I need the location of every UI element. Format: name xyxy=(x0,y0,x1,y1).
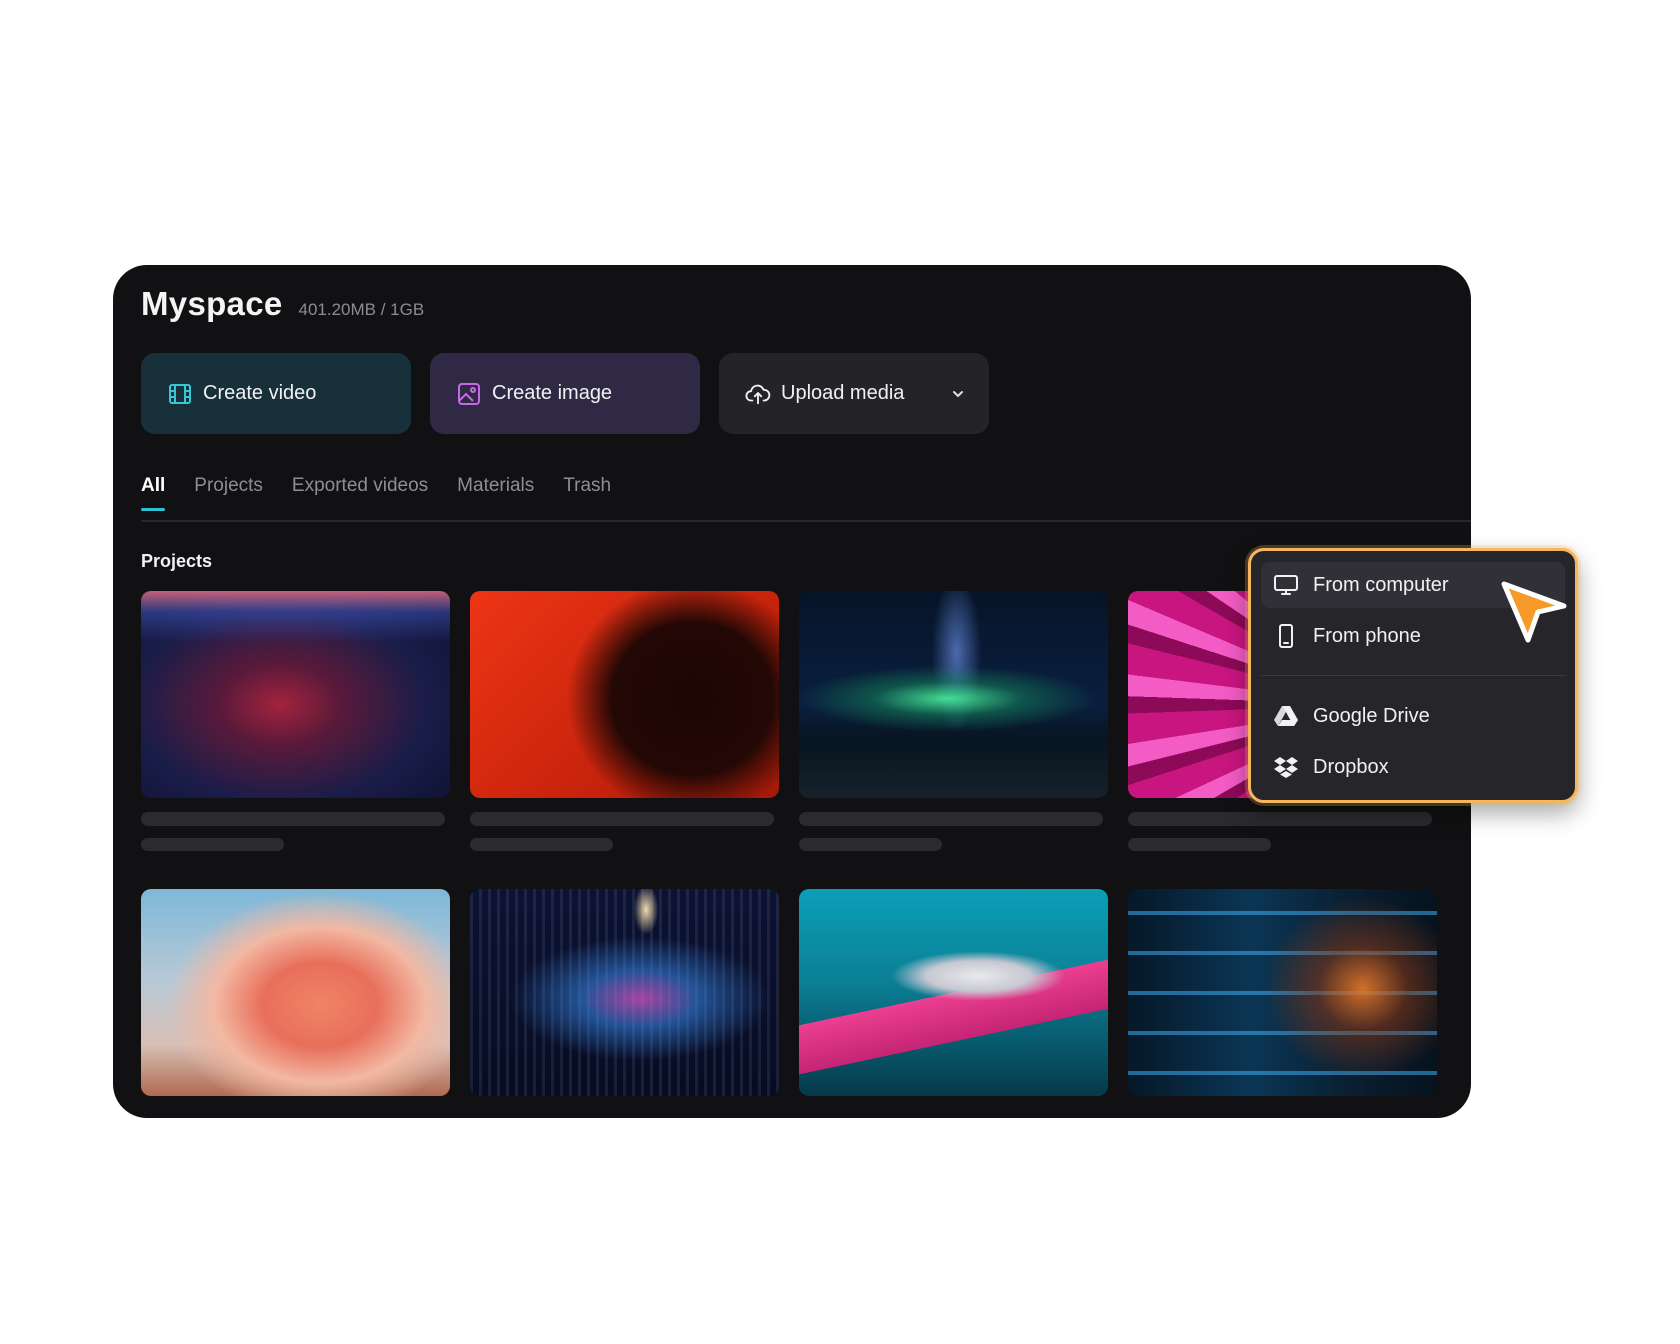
title-row: Myspace 401.20MB / 1GB xyxy=(141,285,424,323)
cloud-upload-icon xyxy=(745,381,771,407)
menu-item-dropbox[interactable]: Dropbox xyxy=(1261,744,1565,790)
google-drive-icon xyxy=(1273,703,1299,729)
project-thumbnail[interactable] xyxy=(799,591,1108,798)
project-thumbnail[interactable] xyxy=(799,889,1108,1096)
image-icon xyxy=(456,381,482,407)
tab-materials[interactable]: Materials xyxy=(457,475,534,511)
page-title: Myspace xyxy=(141,285,283,322)
section-title: Projects xyxy=(141,551,213,571)
upload-media-label: Upload media xyxy=(781,382,905,404)
create-video-button[interactable]: Create video xyxy=(141,353,411,434)
menu-item-label: Dropbox xyxy=(1313,755,1389,778)
title-placeholder xyxy=(799,812,1103,826)
tab-divider xyxy=(141,520,1471,522)
meta-placeholder xyxy=(470,838,613,851)
menu-item-label: Google Drive xyxy=(1313,704,1430,727)
action-buttons: Create video Create image Upload media xyxy=(141,353,1008,434)
menu-item-label: From phone xyxy=(1313,624,1421,647)
tab-exported-videos[interactable]: Exported videos xyxy=(292,475,428,511)
tab-all[interactable]: All xyxy=(141,475,166,511)
title-placeholder xyxy=(141,812,445,826)
title-placeholder xyxy=(1128,812,1432,826)
tab-bar: All Projects Exported videos Materials T… xyxy=(141,475,640,511)
create-video-label: Create video xyxy=(203,382,317,404)
chevron-down-icon[interactable] xyxy=(949,385,967,403)
create-image-button[interactable]: Create image xyxy=(430,353,700,434)
phone-icon xyxy=(1273,623,1299,649)
cursor-pointer-icon xyxy=(1500,578,1570,648)
monitor-icon xyxy=(1273,572,1299,598)
menu-item-google-drive[interactable]: Google Drive xyxy=(1261,693,1565,739)
title-placeholder xyxy=(470,812,774,826)
menu-item-label: From computer xyxy=(1313,573,1449,596)
tab-projects[interactable]: Projects xyxy=(194,475,263,511)
meta-placeholder xyxy=(141,838,284,851)
create-image-label: Create image xyxy=(492,382,613,404)
project-thumbnail[interactable] xyxy=(470,889,779,1096)
storage-usage: 401.20MB / 1GB xyxy=(298,300,425,319)
meta-placeholder xyxy=(1128,838,1271,851)
dropbox-icon xyxy=(1273,754,1299,780)
tab-trash[interactable]: Trash xyxy=(563,475,611,511)
project-thumbnail[interactable] xyxy=(141,889,450,1096)
menu-separator xyxy=(1261,675,1565,676)
film-icon xyxy=(167,381,193,407)
project-thumbnail[interactable] xyxy=(470,591,779,798)
upload-media-button[interactable]: Upload media xyxy=(719,353,989,434)
project-thumbnail[interactable] xyxy=(141,591,450,798)
project-thumbnail[interactable] xyxy=(1128,889,1437,1096)
meta-placeholder xyxy=(799,838,942,851)
